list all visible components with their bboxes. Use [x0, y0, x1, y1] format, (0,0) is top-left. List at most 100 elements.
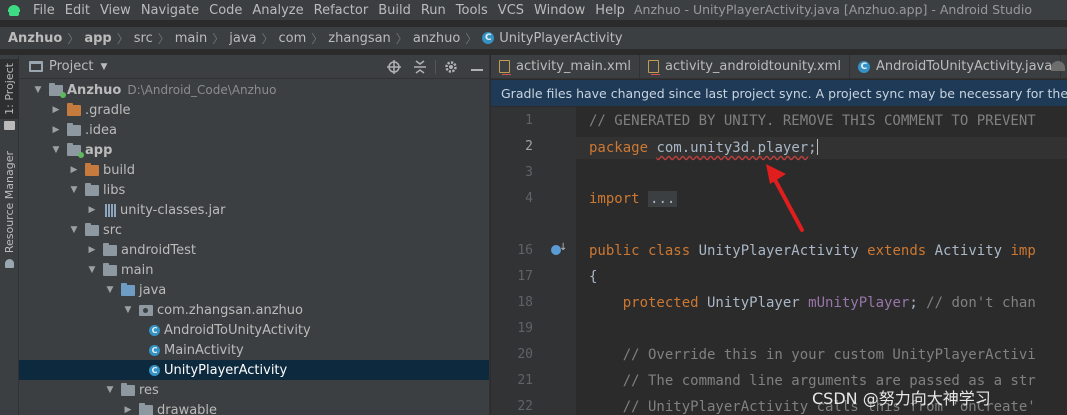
- expand-arrow-icon[interactable]: ▼: [85, 265, 99, 275]
- breadcrumb-item[interactable]: anzhuo: [413, 31, 460, 46]
- tree-item-unity-classes-jar[interactable]: ▶ unity-classes.jar: [19, 200, 489, 220]
- code-line-current: package com.unity3d.player;: [576, 137, 1067, 159]
- expand-arrow-icon[interactable]: ▼: [103, 385, 117, 395]
- tab-androidtounityactivity-java[interactable]: C AndroidToUnityActivity.java: [850, 54, 1062, 79]
- breadcrumb-item[interactable]: src: [134, 31, 153, 46]
- tree-item-main[interactable]: ▼ main: [19, 260, 489, 280]
- menu-refactor[interactable]: Refactor: [309, 3, 374, 18]
- tree-item-src[interactable]: ▼ src: [19, 220, 489, 240]
- chevron-right-icon: 〉: [395, 31, 408, 46]
- tree-item-libs[interactable]: ▼ libs: [19, 180, 489, 200]
- menu-file[interactable]: File: [28, 3, 60, 18]
- breadcrumb-item[interactable]: java: [229, 31, 256, 46]
- breadcrumb-item[interactable]: com: [279, 31, 307, 46]
- red-annotation-arrow-icon: [766, 164, 804, 232]
- tree-item-label: build: [103, 162, 135, 178]
- tree-item-drawable[interactable]: ▶ drawable: [19, 400, 489, 415]
- menu-analyze[interactable]: Analyze: [247, 3, 308, 18]
- collapsed-arrow-icon[interactable]: ▶: [67, 165, 81, 175]
- line-number: 17: [517, 269, 533, 284]
- expand-arrow-icon[interactable]: ▼: [67, 225, 81, 235]
- tab-project-tool-window[interactable]: 1: Project: [0, 59, 19, 119]
- line-number: 3: [525, 165, 533, 180]
- tree-item-mainactivity[interactable]: C MainActivity: [19, 340, 489, 360]
- hide-panel-icon[interactable]: [464, 55, 489, 79]
- android-icon: [1051, 61, 1065, 71]
- tree-item-label: .gradle: [85, 102, 131, 118]
- folder-icon: [139, 402, 153, 415]
- xml-file-icon: [648, 60, 661, 75]
- folder-icon: [85, 162, 99, 176]
- tree-item-label: com.zhangsan.anzhuo: [157, 302, 303, 318]
- tree-item-java[interactable]: ▼ java: [19, 280, 489, 300]
- gear-icon[interactable]: [438, 55, 464, 79]
- breadcrumb-item[interactable]: main: [175, 31, 207, 46]
- tree-item-res[interactable]: ▼ res: [19, 380, 489, 400]
- menu-help[interactable]: Help: [590, 3, 630, 18]
- tree-item-label: libs: [103, 182, 126, 198]
- menu-build[interactable]: Build: [373, 3, 416, 18]
- collapsed-arrow-icon[interactable]: ▶: [85, 245, 99, 255]
- project-panel: Project ▼ ▼ Anzhuo D:\Android_Code\Anzhu…: [19, 55, 490, 415]
- menu-navigate[interactable]: Navigate: [136, 3, 204, 18]
- expand-arrow-icon[interactable]: ▼: [67, 185, 81, 195]
- project-panel-header: Project ▼: [19, 55, 489, 79]
- breadcrumb-item[interactable]: app: [84, 31, 111, 46]
- collapsed-arrow-icon[interactable]: ▶: [49, 105, 63, 115]
- menu-window[interactable]: Window: [529, 3, 590, 18]
- tree-item-androidtest[interactable]: ▶ androidTest: [19, 240, 489, 260]
- collapsed-arrow-icon[interactable]: ▶: [85, 205, 99, 215]
- menu-run[interactable]: Run: [416, 3, 451, 18]
- tree-item-idea[interactable]: ▶ .idea: [19, 120, 489, 140]
- menu-edit[interactable]: Edit: [60, 3, 95, 18]
- expand-arrow-icon[interactable]: ▼: [31, 85, 45, 95]
- folder-icon: [67, 122, 81, 136]
- project-panel-title[interactable]: Project: [49, 59, 93, 74]
- tree-item-app[interactable]: ▼ app: [19, 140, 489, 160]
- class-icon: C: [149, 344, 160, 356]
- menu-tools[interactable]: Tools: [451, 3, 493, 18]
- module-folder-icon: [49, 82, 66, 98]
- tree-item-gradle[interactable]: ▶ .gradle: [19, 100, 489, 120]
- expand-arrow-icon[interactable]: ▼: [49, 145, 63, 155]
- folder-icon: [103, 242, 117, 256]
- window-title: Anzhuo - UnityPlayerActivity.java [Anzhu…: [634, 2, 1032, 17]
- chevron-right-icon: 〉: [465, 31, 478, 46]
- module-folder-icon: [67, 142, 84, 158]
- tab-activity-main-xml[interactable]: activity_main.xml: [491, 54, 641, 79]
- collapsed-arrow-icon[interactable]: ▶: [121, 405, 135, 415]
- gradle-sync-notification: Gradle files have changed since last pro…: [491, 80, 1067, 106]
- collapsed-arrow-icon[interactable]: ▶: [49, 125, 63, 135]
- resources-icon: [5, 259, 14, 268]
- chevron-down-icon[interactable]: ▼: [100, 62, 107, 72]
- tree-item-label: Anzhuo: [67, 82, 122, 98]
- code-line-import: import ...: [589, 191, 678, 207]
- breadcrumb-item-current[interactable]: UnityPlayerActivity: [499, 31, 622, 46]
- tree-item-unityplayeractivity[interactable]: C UnityPlayerActivity: [19, 360, 489, 380]
- menu-view[interactable]: View: [95, 3, 136, 18]
- android-studio-logo-icon: [6, 2, 22, 18]
- tree-item-package[interactable]: ▼ com.zhangsan.anzhuo: [19, 300, 489, 320]
- breadcrumb-item[interactable]: zhangsan: [328, 31, 391, 46]
- tree-item-anzhuo[interactable]: ▼ Anzhuo D:\Android_Code\Anzhuo: [19, 80, 489, 100]
- tree-item-label: unity-classes.jar: [120, 202, 226, 218]
- tree-item-androidtounityactivity[interactable]: C AndroidToUnityActivity: [19, 320, 489, 340]
- menu-vcs[interactable]: VCS: [493, 3, 529, 18]
- breadcrumb-item[interactable]: Anzhuo: [8, 31, 62, 46]
- line-number: 1: [525, 113, 533, 128]
- menu-code[interactable]: Code: [204, 3, 247, 18]
- tab-resource-manager[interactable]: Resource Manager: [0, 147, 19, 257]
- text-caret: [816, 139, 818, 155]
- tree-item-label: AndroidToUnityActivity: [164, 322, 311, 338]
- tree-item-build[interactable]: ▶ build: [19, 160, 489, 180]
- line-number: 22: [517, 399, 533, 414]
- tab-activity-androidtounity-xml[interactable]: activity_androidtounity.xml: [640, 54, 850, 79]
- crosshair-icon[interactable]: [381, 55, 407, 79]
- expand-arrow-icon[interactable]: ▼: [103, 285, 117, 295]
- line-number: 21: [517, 373, 533, 388]
- collapse-all-icon[interactable]: [407, 55, 433, 79]
- code-editor[interactable]: // GENERATED BY UNITY. REMOVE THIS COMME…: [576, 107, 1067, 415]
- folder-icon: [85, 182, 99, 196]
- arrow-down-icon: ↓: [559, 242, 568, 253]
- expand-arrow-icon[interactable]: ▼: [121, 305, 135, 315]
